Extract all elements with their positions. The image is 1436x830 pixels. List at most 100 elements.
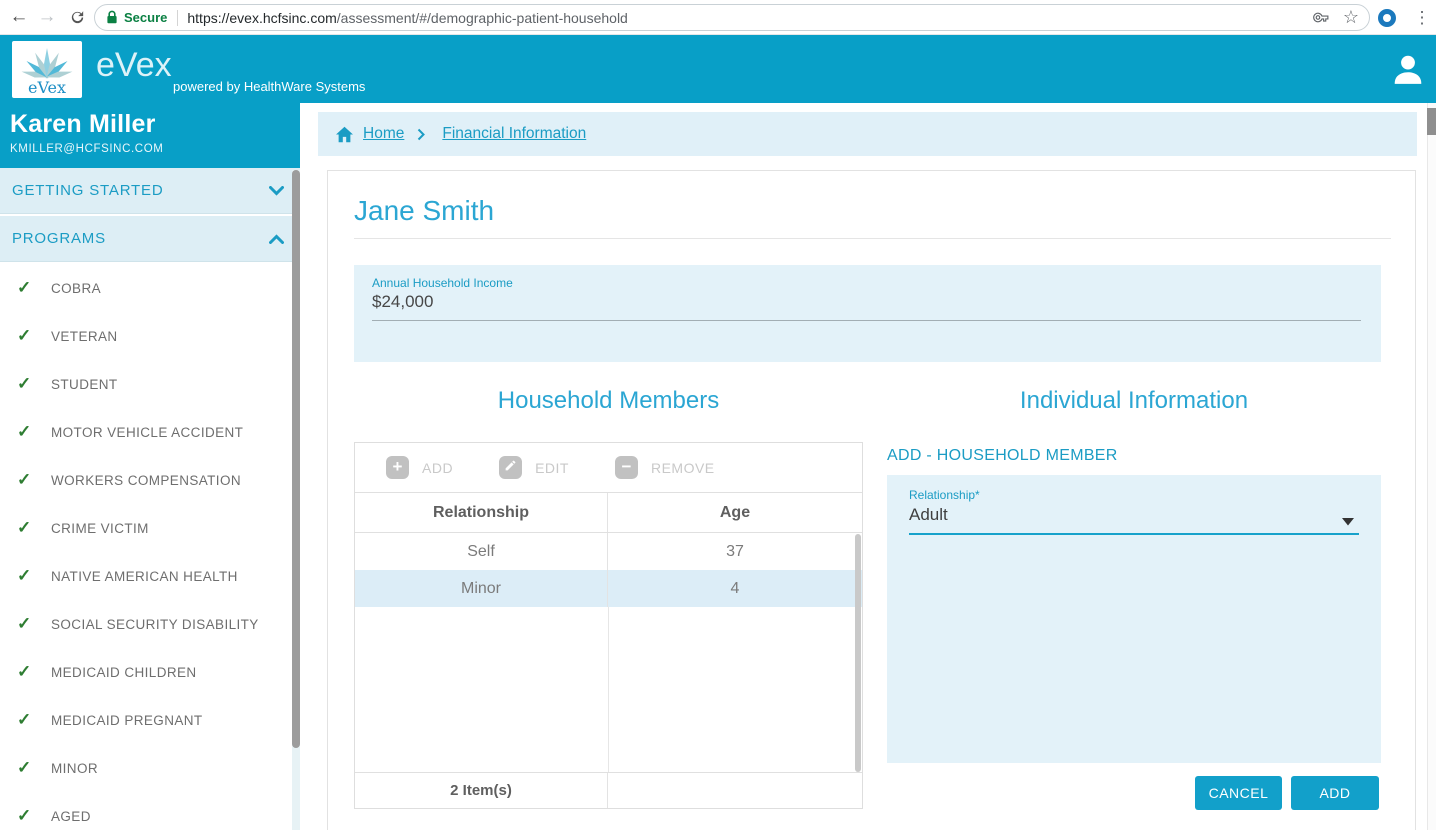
add-button[interactable]: ADD <box>1291 776 1379 810</box>
check-icon: ✓ <box>17 326 37 346</box>
table-footer: 2 Item(s) <box>355 772 862 808</box>
sidebar-item-motor-vehicle-accident[interactable]: ✓ MOTOR VEHICLE ACCIDENT <box>0 408 300 456</box>
account-button[interactable] <box>1391 52 1425 91</box>
caret-down-icon[interactable] <box>1342 513 1354 531</box>
pencil-icon <box>499 456 522 479</box>
income-panel: Annual Household Income $24,000 <box>354 265 1381 362</box>
table-scrollbar-thumb[interactable] <box>855 534 861 772</box>
user-email: KMILLER@HCFSINC.COM <box>10 143 290 155</box>
table-toolbar: + ADD EDIT − REMOVE <box>355 443 862 492</box>
breadcrumb-separator <box>417 128 425 141</box>
breadcrumb: Home Financial Information <box>318 112 1417 156</box>
program-label: CRIME VICTIM <box>51 521 149 536</box>
url-separator <box>177 10 178 26</box>
remove-label: REMOVE <box>651 460 715 476</box>
url-path: /assessment/#/demographic-patient-househ… <box>337 10 628 26</box>
browser-toolbar: ← → Secure https://evex.hcfsinc.com/asse… <box>0 0 1436 35</box>
page-scrollbar-thumb[interactable] <box>1427 108 1436 135</box>
cell-relationship: Self <box>355 533 608 570</box>
sidebar-scrollbar-thumb[interactable] <box>292 170 300 748</box>
application-window: ← → Secure https://evex.hcfsinc.com/asse… <box>0 0 1436 830</box>
item-count: 2 Item(s) <box>355 773 608 808</box>
evex-logo-graphic: eVex <box>12 41 82 98</box>
check-icon: ✓ <box>17 614 37 634</box>
relationship-dropdown[interactable]: Adult <box>909 505 948 525</box>
sidebar-section-programs[interactable]: PROGRAMS <box>0 216 300 262</box>
individual-information-heading: Individual Information <box>887 387 1381 415</box>
footer-spacer <box>608 773 862 808</box>
program-label: SOCIAL SECURITY DISABILITY <box>51 617 259 632</box>
remove-member-button[interactable]: − REMOVE <box>615 456 715 479</box>
home-icon[interactable] <box>335 126 354 143</box>
sidebar-section-getting-started[interactable]: GETTING STARTED <box>0 168 300 214</box>
assessment-card: Jane Smith Annual Household Income $24,0… <box>327 170 1416 830</box>
income-input[interactable]: $24,000 <box>372 292 433 312</box>
check-icon: ✓ <box>17 422 37 442</box>
reload-icon[interactable] <box>64 8 90 34</box>
back-icon[interactable]: ← <box>6 4 32 30</box>
program-label: COBRA <box>51 281 101 296</box>
sidebar-item-student[interactable]: ✓ STUDENT <box>0 360 300 408</box>
breadcrumb-current-link[interactable]: Financial Information <box>442 125 586 143</box>
program-label: VETERAN <box>51 329 118 344</box>
household-members-table: + ADD EDIT − REMOVE Relatio <box>354 442 863 809</box>
program-list: ✓ COBRA ✓ VETERAN ✓ STUDENT ✓ MOTOR VEHI… <box>0 264 300 830</box>
sidebar-item-medicaid-pregnant[interactable]: ✓ MEDICAID PREGNANT <box>0 696 300 744</box>
sidebar-item-cobra[interactable]: ✓ COBRA <box>0 264 300 312</box>
program-label: AGED <box>51 809 91 824</box>
program-label: MEDICAID PREGNANT <box>51 713 203 728</box>
browser-menu-icon[interactable]: ⋮ <box>1412 5 1432 31</box>
table-row[interactable]: Self 37 <box>355 533 862 570</box>
sidebar-item-crime-victim[interactable]: ✓ CRIME VICTIM <box>0 504 300 552</box>
sidebar-item-medicaid-children[interactable]: ✓ MEDICAID CHILDREN <box>0 648 300 696</box>
check-icon: ✓ <box>17 758 37 778</box>
table-header-row: Relationship Age <box>355 492 862 533</box>
add-household-member-subheading: ADD - HOUSEHOLD MEMBER <box>887 447 1118 465</box>
url-bar[interactable]: Secure https://evex.hcfsinc.com/assessme… <box>94 4 1370 31</box>
edit-member-button[interactable]: EDIT <box>499 456 569 479</box>
table-row[interactable]: Minor 4 <box>355 570 862 607</box>
check-icon: ✓ <box>17 518 37 538</box>
sidebar-item-social-security-disability[interactable]: ✓ SOCIAL SECURITY DISABILITY <box>0 600 300 648</box>
password-key-icon[interactable] <box>1313 9 1330 26</box>
sidebar-item-native-american-health[interactable]: ✓ NATIVE AMERICAN HEALTH <box>0 552 300 600</box>
program-label: MOTOR VEHICLE ACCIDENT <box>51 425 243 440</box>
brand-name: eVex <box>96 46 172 85</box>
section-label: GETTING STARTED <box>12 182 163 199</box>
evex-logo: eVex <box>12 41 82 98</box>
income-label: Annual Household Income <box>372 276 513 290</box>
sidebar-item-veteran[interactable]: ✓ VETERAN <box>0 312 300 360</box>
check-icon: ✓ <box>17 710 37 730</box>
check-icon: ✓ <box>17 806 37 826</box>
sidebar-item-aged[interactable]: ✓ AGED <box>0 792 300 830</box>
refresh-glyph <box>69 9 86 26</box>
url-origin: https://evex.hcfsinc.com <box>187 10 336 26</box>
bookmark-star-icon[interactable]: ☆ <box>1343 7 1359 28</box>
edit-label: EDIT <box>535 460 569 476</box>
sidebar-item-workers-compensation[interactable]: ✓ WORKERS COMPENSATION <box>0 456 300 504</box>
breadcrumb-home-link[interactable]: Home <box>363 125 404 143</box>
program-label: NATIVE AMERICAN HEALTH <box>51 569 238 584</box>
person-icon <box>1391 52 1425 86</box>
relationship-label: Relationship* <box>909 488 980 502</box>
chevron-up-icon <box>269 234 284 244</box>
cancel-button[interactable]: CANCEL <box>1195 776 1282 810</box>
secure-label: Secure <box>124 10 167 25</box>
forward-icon[interactable]: → <box>34 4 60 30</box>
program-label: MEDICAID CHILDREN <box>51 665 197 680</box>
household-members-heading: Household Members <box>354 387 863 415</box>
relationship-underline <box>909 533 1359 535</box>
add-member-button[interactable]: + ADD <box>386 456 453 479</box>
section-label: PROGRAMS <box>12 230 106 247</box>
sidebar-scrollbar[interactable] <box>292 170 300 830</box>
page-scrollbar[interactable] <box>1427 103 1436 830</box>
check-icon: ✓ <box>17 566 37 586</box>
sidebar-item-minor[interactable]: ✓ MINOR <box>0 744 300 792</box>
minus-icon: − <box>615 456 638 479</box>
check-icon: ✓ <box>17 278 37 298</box>
column-header-age: Age <box>608 493 862 532</box>
table-body: Self 37 Minor 4 <box>355 533 862 773</box>
cell-age: 37 <box>608 533 862 570</box>
extension-icon[interactable] <box>1378 9 1396 27</box>
program-label: MINOR <box>51 761 98 776</box>
